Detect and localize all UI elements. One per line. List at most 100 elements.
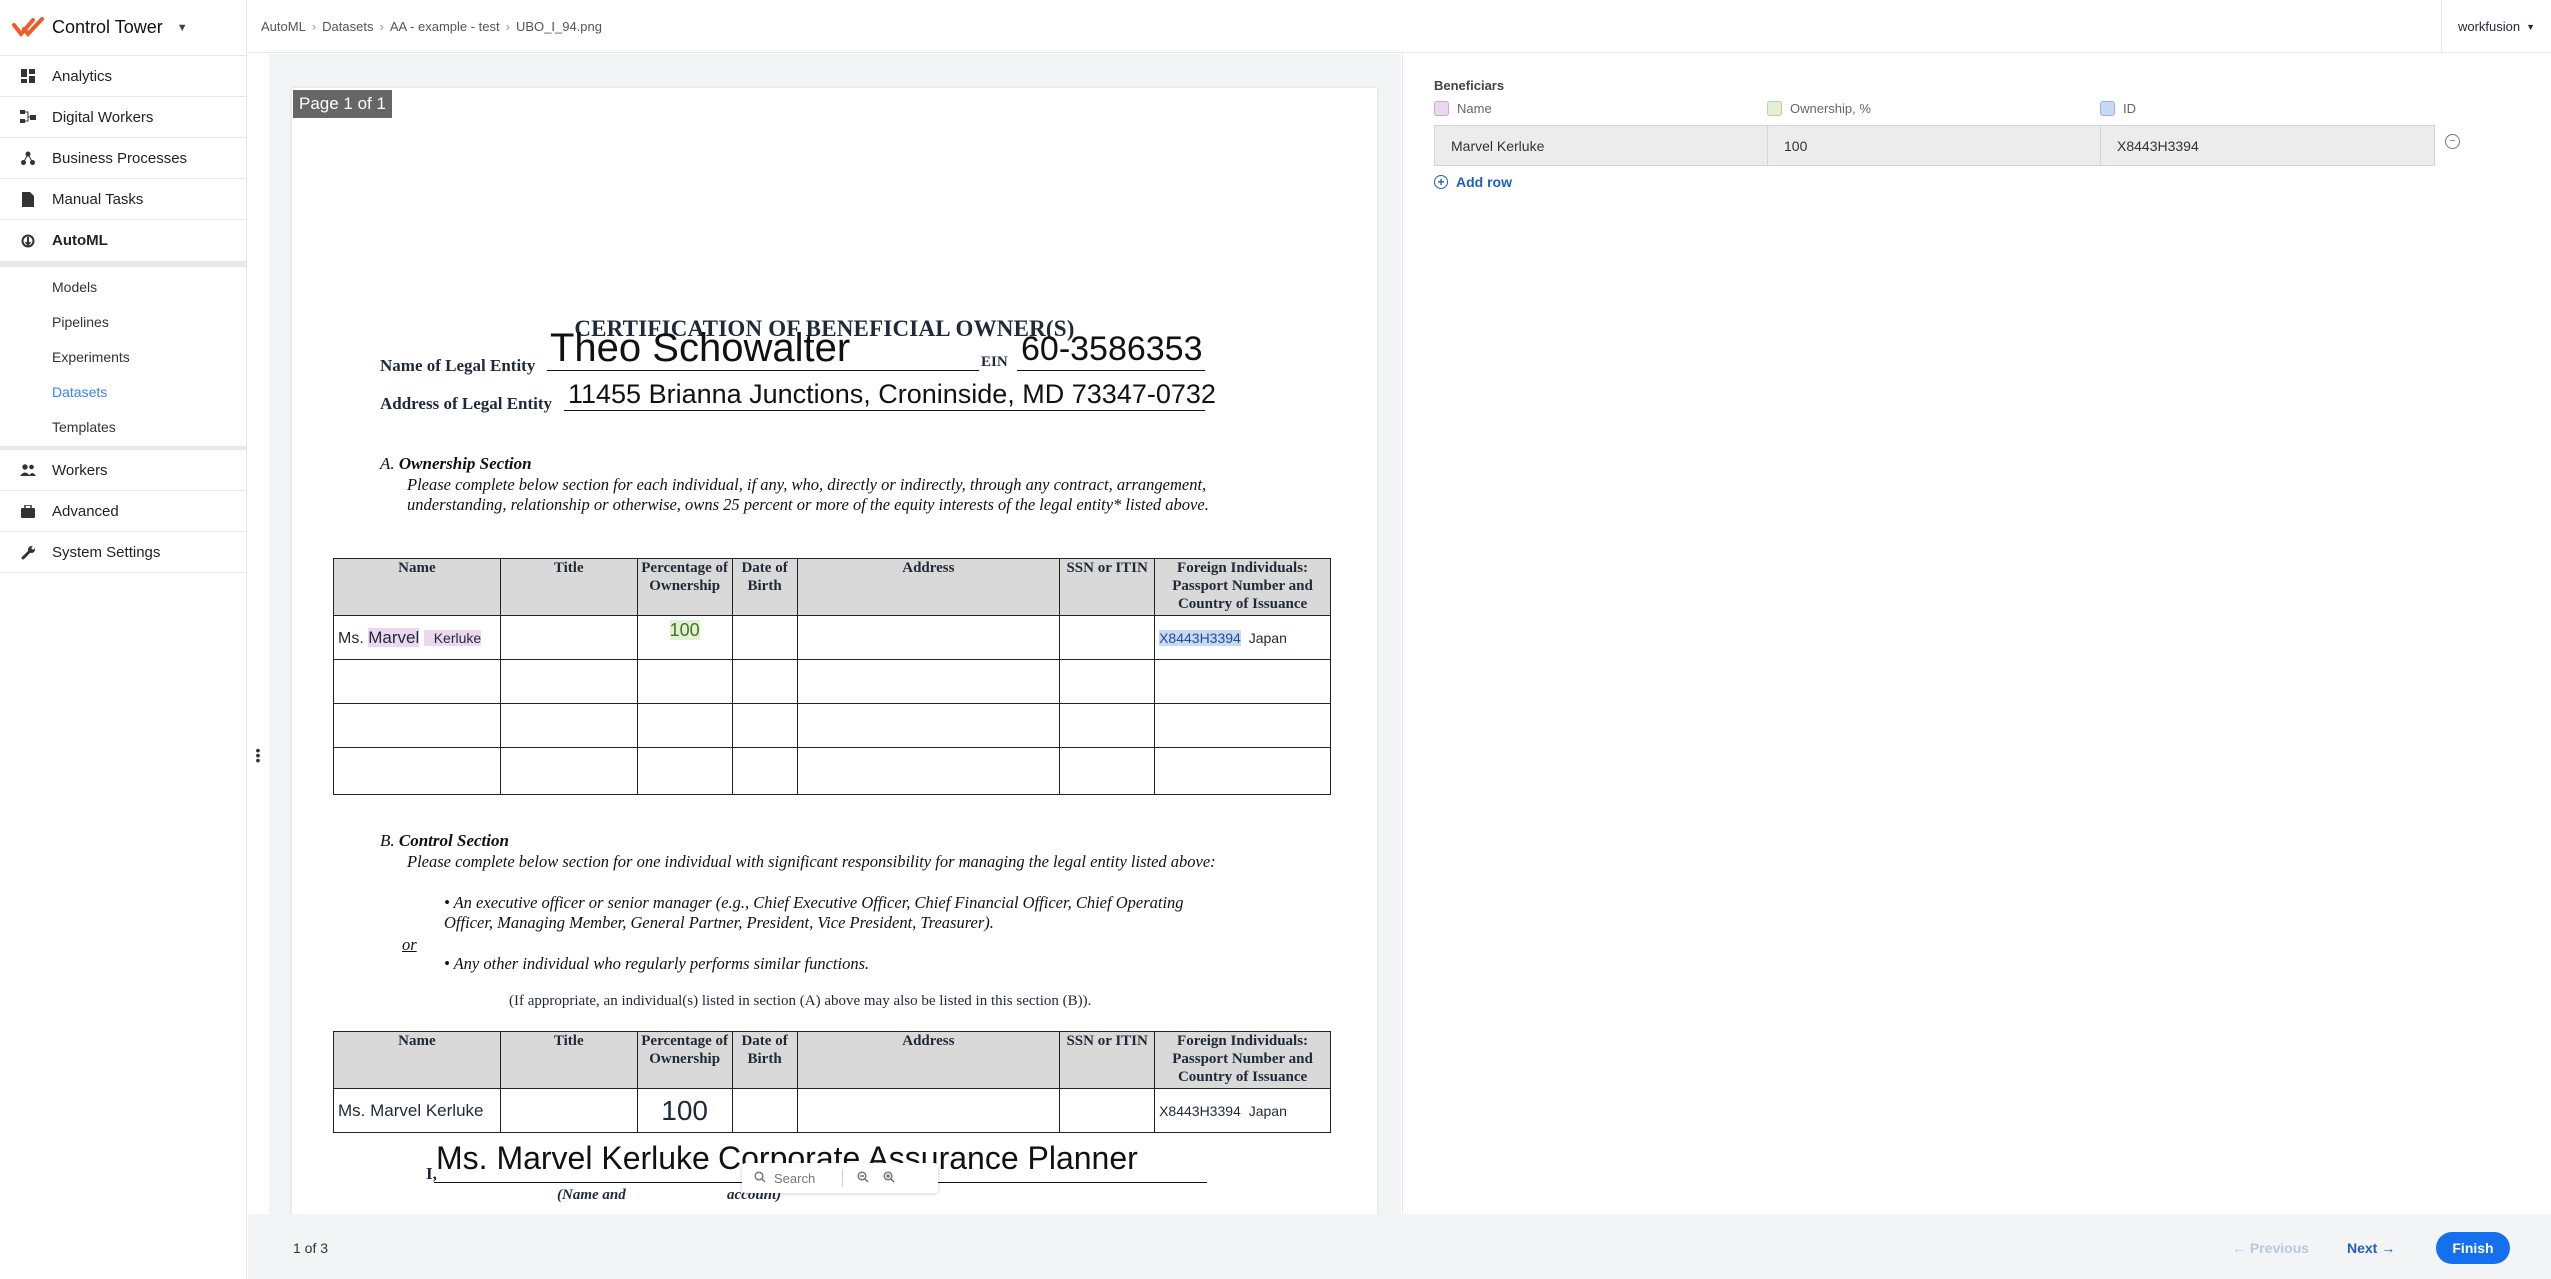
annotated-passport[interactable]: X8443H3394 <box>1159 629 1241 646</box>
section-a-heading: A. Ownership Section <box>380 454 532 474</box>
underline <box>564 410 1205 411</box>
breadcrumb-datasets[interactable]: Datasets <box>322 19 373 34</box>
ownership-table: Name Title Percentage of Ownership Date … <box>333 558 1331 795</box>
sidebar-subitem-models[interactable]: Models <box>0 269 246 304</box>
col-foreign: Foreign Individuals: Passport Number and… <box>1154 558 1331 616</box>
sidebar-item-digital-workers[interactable]: Digital Workers <box>0 97 246 138</box>
col-ssn: SSN or ITIN <box>1059 558 1156 616</box>
section-b-letter: B. <box>380 831 395 850</box>
breadcrumb-automl[interactable]: AutoML <box>261 19 306 34</box>
sidebar-subitem-pipelines[interactable]: Pipelines <box>0 304 246 339</box>
top-bar: AutoML › Datasets › AA - example - test … <box>248 0 2551 53</box>
or-text: or <box>402 935 417 954</box>
color-swatch <box>1767 101 1782 116</box>
drag-handle-icon[interactable]: • • • <box>255 743 261 767</box>
table-header-row: Name Title Percentage of Ownership Date … <box>333 558 1331 616</box>
table-cell <box>636 659 733 704</box>
briefcase-icon <box>20 503 36 519</box>
sidebar-item-automl[interactable]: AutoML <box>0 220 246 261</box>
cert-caption-left: (Name and <box>557 1187 626 1203</box>
user-name: workfusion <box>2457 19 2521 34</box>
ownership-field[interactable]: 100 <box>1768 126 2101 165</box>
sidebar-item-advanced[interactable]: Advanced <box>0 491 246 532</box>
cell-title <box>499 615 638 660</box>
table-row <box>333 703 1331 748</box>
name-prefix: Ms. <box>338 629 364 647</box>
arrow-right-icon: → <box>2381 1240 2396 1256</box>
col-dob: Date of Birth <box>731 1031 798 1089</box>
breadcrumb-file: UBO_I_94.png <box>515 19 602 34</box>
item-counter: 1 of 3 <box>293 1240 328 1256</box>
document-page: CERTIFICATION OF BENEFICIAL OWNER(S) Nam… <box>292 88 1377 1214</box>
cell-foreign: X8443H3394 Japan <box>1154 615 1331 660</box>
user-menu[interactable]: workfusion ▼ <box>2441 0 2551 53</box>
col-title: Title <box>499 558 638 616</box>
next-label: Next <box>2347 1240 2378 1256</box>
sidebar-item-manual-tasks[interactable]: Manual Tasks <box>0 179 246 220</box>
pane-splitter[interactable]: • • • <box>248 54 269 1214</box>
sidebar-item-label: Manual Tasks <box>52 190 144 208</box>
sidebar-subitem-experiments[interactable]: Experiments <box>0 339 246 374</box>
annotated-percentage[interactable]: 100 <box>669 620 700 640</box>
sidebar-item-analytics[interactable]: Analytics <box>0 56 246 97</box>
annotated-last-name[interactable]: Kerluke <box>423 629 482 646</box>
table-cell <box>1154 747 1331 795</box>
next-button[interactable]: Next → <box>2347 1240 2395 1256</box>
app-switcher[interactable]: Control Tower ▼ <box>0 0 246 56</box>
section-b-text: Please complete below section for one in… <box>407 852 1216 871</box>
cell-name: Ms. Marvel Kerluke <box>333 1088 501 1133</box>
underline <box>1017 370 1205 371</box>
remove-row-icon[interactable]: − <box>2445 134 2460 149</box>
sidebar-item-workers[interactable]: Workers <box>0 450 246 491</box>
table-cell <box>731 747 798 795</box>
search-icon <box>754 1170 766 1186</box>
col-address: Address <box>796 1031 1061 1089</box>
col-name: Name <box>333 1031 501 1089</box>
table-cell <box>499 747 638 795</box>
breadcrumb-dataset[interactable]: AA - example - test <box>390 19 500 34</box>
col-address: Address <box>796 558 1061 616</box>
legal-entity-value[interactable]: Theo Schowalter <box>550 326 850 371</box>
section-b-title: Control Section <box>398 831 509 850</box>
table-cell <box>1059 659 1156 704</box>
previous-button[interactable]: ← Previous <box>2232 1240 2309 1256</box>
chevron-right-icon: › <box>379 19 384 34</box>
document-viewer: Page 1 of 1 CERTIFICATION OF BENEFICIAL … <box>269 54 1401 1214</box>
add-row-button[interactable]: + Add row <box>1434 174 1512 190</box>
cell-address <box>796 1088 1061 1133</box>
zoom-in-icon[interactable] <box>883 1170 895 1186</box>
zoom-out-icon[interactable] <box>857 1170 869 1186</box>
sidebar-item-business-processes[interactable]: Business Processes <box>0 138 246 179</box>
section-a-title: Ownership Section <box>398 454 532 473</box>
country: Japan <box>1248 1102 1287 1119</box>
cert-name[interactable]: Ms. Marvel Kerluke <box>436 1140 710 1177</box>
annotated-first-name[interactable]: Marvel <box>368 627 420 647</box>
table-row <box>333 747 1331 795</box>
section-b-heading: B. Control Section <box>380 831 509 851</box>
previous-label: Previous <box>2249 1240 2310 1256</box>
annotation-panel: Beneficiars Name Ownership, % ID Marvel … <box>1402 54 2551 1214</box>
sidebar-item-system-settings[interactable]: System Settings <box>0 532 246 573</box>
name-field[interactable]: Marvel Kerluke <box>1435 126 1768 165</box>
plus-circle-icon: + <box>1434 175 1448 189</box>
process-icon <box>20 150 36 166</box>
sidebar-subitem-datasets[interactable]: Datasets <box>0 374 246 409</box>
table-cell <box>796 747 1061 795</box>
cell-percentage: 100 <box>636 1088 733 1133</box>
wrench-icon <box>20 544 36 560</box>
finish-button[interactable]: Finish <box>2436 1232 2510 1264</box>
breadcrumb: AutoML › Datasets › AA - example - test … <box>261 19 602 34</box>
app-title: Control Tower <box>52 17 163 37</box>
search-input[interactable] <box>774 1170 834 1186</box>
chevron-down-icon: ▼ <box>176 21 188 34</box>
col-title: Title <box>499 1031 638 1089</box>
address-value[interactable]: 11455 Brianna Junctions, Croninside, MD … <box>568 379 1216 410</box>
table-cell <box>1154 703 1331 748</box>
sidebar-subitem-templates[interactable]: Templates <box>0 409 246 444</box>
ein-label: EIN <box>981 354 1008 370</box>
ein-value[interactable]: 60-3586353 <box>1021 330 1203 369</box>
cell-ssn <box>1059 1088 1156 1133</box>
table-cell <box>499 703 638 748</box>
address-label: Address of Legal Entity <box>380 394 553 413</box>
id-field[interactable]: X8443H3394 <box>2101 126 2434 165</box>
